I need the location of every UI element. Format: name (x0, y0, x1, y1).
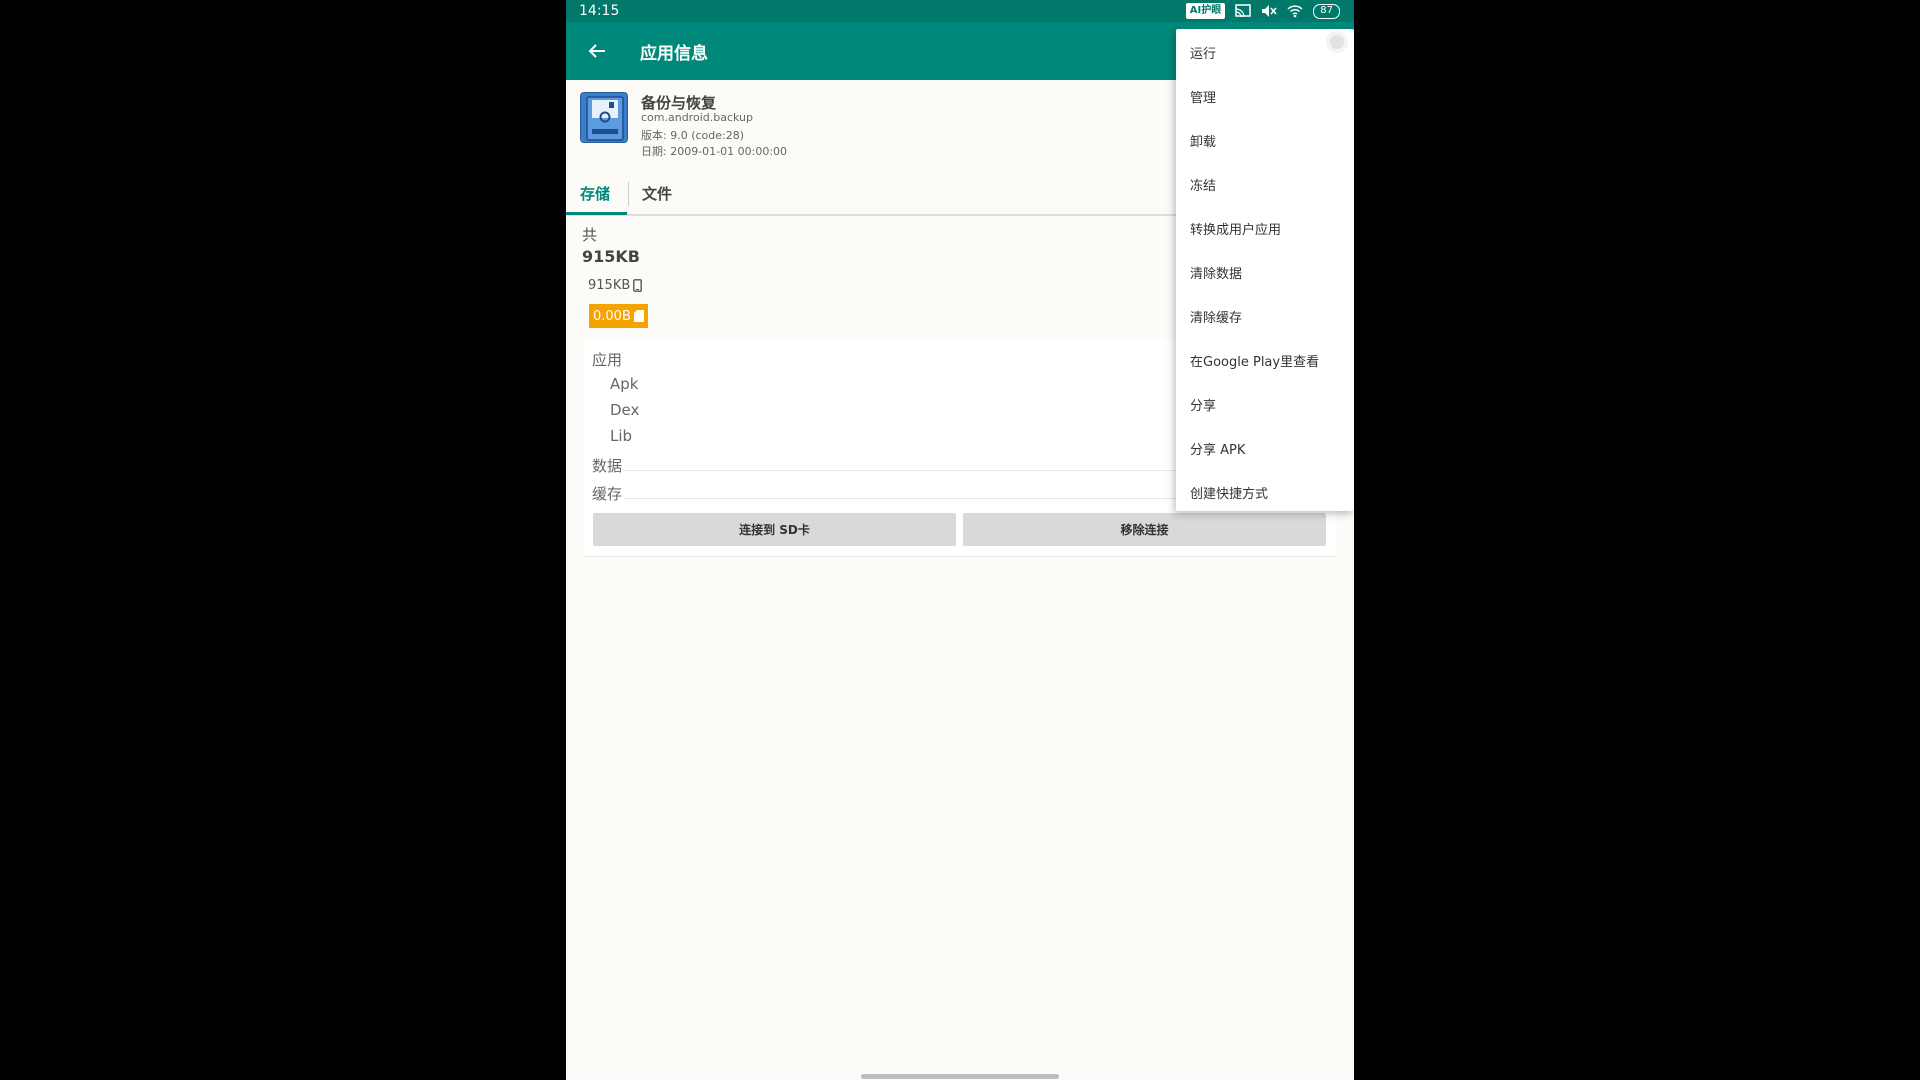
menu-item-share[interactable]: 分享 (1190, 395, 1216, 414)
home-indicator[interactable] (861, 1074, 1059, 1079)
unlink-button[interactable]: 移除连接 (963, 513, 1326, 546)
phone-icon (633, 279, 643, 292)
internal-storage: 915KB (588, 278, 643, 293)
status-bar: 14:15 AI护眼 87 (566, 0, 1354, 22)
floating-dot-icon[interactable] (1326, 31, 1348, 53)
internal-size: 915KB (588, 278, 631, 293)
divider (584, 556, 1336, 557)
breakdown-apk: Apk (610, 375, 639, 393)
link-sd-button[interactable]: 连接到 SD卡 (593, 513, 956, 546)
app-version: 版本: 9.0 (code:28) (641, 129, 745, 142)
breakdown-lib: Lib (610, 427, 633, 445)
cast-icon (1235, 4, 1252, 18)
breakdown-app-label: 应用 (592, 351, 623, 369)
floppy-disk-icon (580, 92, 628, 143)
menu-item-clear-data[interactable]: 清除数据 (1190, 263, 1242, 282)
app-date: 日期: 2009-01-01 00:00:00 (641, 145, 788, 158)
status-time: 14:15 (579, 3, 620, 19)
app-name: 备份与恢复 (641, 94, 717, 112)
battery-icon: 87 (1313, 3, 1340, 19)
ai-eye-badge: AI护眼 (1185, 3, 1226, 19)
menu-item-view-google-play[interactable]: 在Google Play里查看 (1190, 351, 1319, 370)
menu-item-run[interactable]: 运行 (1190, 43, 1216, 62)
tab-divider (628, 182, 629, 206)
status-icons: AI护眼 87 (1185, 3, 1340, 19)
tab-indicator (566, 212, 627, 215)
sd-card-icon (633, 310, 644, 322)
menu-item-manage[interactable]: 管理 (1190, 87, 1216, 106)
tab-storage[interactable]: 存储 (580, 183, 610, 204)
sd-storage-badge: 0.00B (589, 304, 648, 328)
breakdown-data-label: 数据 (592, 457, 623, 475)
menu-item-create-shortcut[interactable]: 创建快捷方式 (1190, 483, 1268, 502)
app-package: com.android.backup (641, 111, 753, 124)
mute-icon (1262, 5, 1277, 17)
arrow-left-icon[interactable] (586, 40, 608, 62)
menu-item-share-apk[interactable]: 分享 APK (1190, 439, 1245, 458)
menu-item-freeze[interactable]: 冻结 (1190, 175, 1216, 194)
page-title: 应用信息 (640, 44, 708, 64)
total-label: 共 (582, 226, 598, 244)
overflow-menu: 运行 管理 卸载 冻结 转换成用户应用 清除数据 清除缓存 在Google Pl… (1176, 29, 1354, 511)
total-size: 915KB (582, 247, 640, 266)
menu-item-uninstall[interactable]: 卸载 (1190, 131, 1216, 150)
menu-item-clear-cache[interactable]: 清除缓存 (1190, 307, 1242, 326)
menu-item-convert-user-app[interactable]: 转换成用户应用 (1190, 219, 1281, 238)
tab-files[interactable]: 文件 (642, 183, 672, 204)
wifi-icon (1287, 5, 1303, 18)
breakdown-cache-label: 缓存 (592, 485, 623, 503)
sd-size: 0.00B (593, 308, 631, 324)
breakdown-dex: Dex (610, 401, 640, 419)
app-info-header: 备份与恢复 com.android.backup 版本: 9.0 (code:2… (580, 92, 1180, 162)
